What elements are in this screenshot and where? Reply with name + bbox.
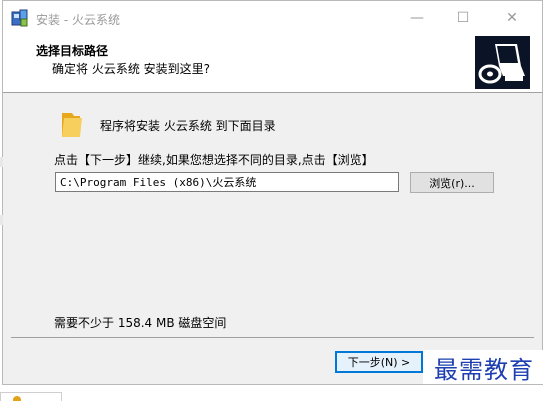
maximize-button[interactable]: ☐	[440, 1, 486, 35]
watermark: 最需教育	[423, 350, 545, 384]
edge-mark	[0, 157, 3, 167]
computer-cd-icon	[475, 36, 530, 89]
taskbar-app-icon	[13, 396, 21, 401]
disk-space-text: 需要不少于 158.4 MB 磁盘空间	[54, 316, 227, 330]
intro-text: 程序将安装 火云系统 到下面目录	[100, 119, 276, 133]
maximize-icon: ☐	[456, 10, 470, 26]
page: 安装 - 火云系统 — ☐ ✕ 选择目标路径 确定将 火云系统 安装到这里? 程…	[0, 0, 550, 401]
browse-button[interactable]: 浏览(r)...	[410, 172, 494, 193]
installer-window: 安装 - 火云系统 — ☐ ✕ 选择目标路径 确定将 火云系统 安装到这里? 程…	[2, 0, 543, 385]
wizard-header: 选择目标路径 确定将 火云系统 安装到这里?	[3, 35, 542, 93]
close-icon: ✕	[506, 10, 518, 26]
close-button[interactable]: ✕	[489, 1, 535, 35]
page-title: 选择目标路径	[36, 44, 109, 58]
edge-mark	[0, 215, 3, 225]
window-title: 安装 - 火云系统	[36, 13, 120, 27]
page-subtitle: 确定将 火云系统 安装到这里?	[52, 62, 210, 76]
title-bar[interactable]: 安装 - 火云系统 — ☐ ✕	[3, 1, 542, 35]
install-path-input[interactable]: C:\Program Files (x86)\火云系统	[55, 172, 399, 192]
folder-icon	[62, 113, 82, 137]
footer-divider	[11, 337, 534, 338]
minimize-icon: —	[410, 10, 424, 26]
instruction-text: 点击【下一步】继续,如果您想选择不同的目录,点击【浏览】	[54, 153, 374, 167]
taskbar-fragment	[0, 392, 62, 401]
minimize-button[interactable]: —	[394, 1, 440, 35]
next-button[interactable]: 下一步(N) >	[335, 351, 423, 373]
installer-icon	[11, 9, 28, 27]
